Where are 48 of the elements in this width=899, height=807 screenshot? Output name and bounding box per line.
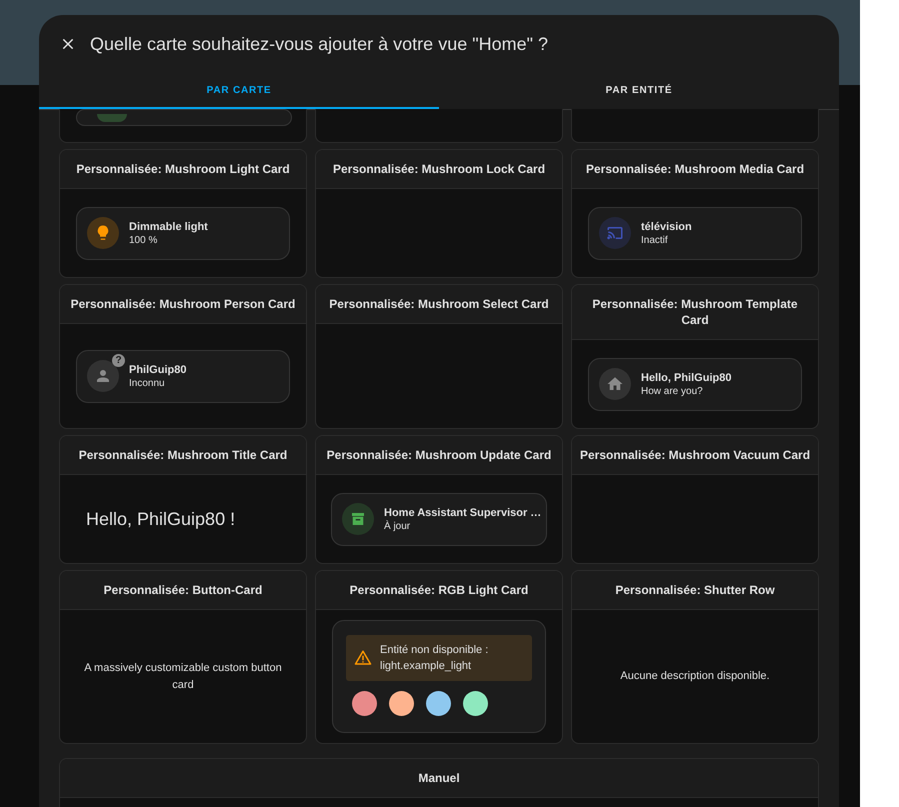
card-title: Personnalisée: Mushroom Media Card bbox=[572, 150, 818, 189]
card-preview[interactable]: Personnalisée: Mushroom Vacuum Card bbox=[571, 435, 819, 564]
card-preview[interactable]: Manuel bbox=[59, 758, 819, 807]
card-preview[interactable]: Personnalisée: Shutter Row Aucune description disponible. bbox=[571, 570, 819, 744]
card-preview[interactable]: Personnalisée: Mushroom Light Card Dimmable light 100 % bbox=[59, 149, 307, 278]
color-swatch[interactable] bbox=[352, 691, 377, 716]
card-preview[interactable]: Personnalisée: Mushroom Person Card ? PhilGuip80 Inconnu bbox=[59, 284, 307, 429]
card-title: Personnalisée: Mushroom Lock Card bbox=[316, 150, 562, 189]
entity-state: 100 % bbox=[129, 234, 158, 246]
entity-name: télévision bbox=[641, 220, 692, 232]
warning-icon bbox=[354, 649, 372, 667]
card-preview[interactable]: Personnalisée: RGB Light Card Entité non disponible : light.example_light bbox=[315, 570, 563, 744]
color-swatch[interactable] bbox=[426, 691, 451, 716]
card-title: Personnalisée: RGB Light Card bbox=[316, 571, 562, 610]
card-preview[interactable]: Personnalisée: Mushroom Update Card Home Assistant Supervisor … À jour bbox=[315, 435, 563, 564]
card-title: Personnalisée: Mushroom Light Card bbox=[60, 150, 306, 189]
card-preview[interactable]: Personnalisée: Mushroom Select Card bbox=[315, 284, 563, 429]
title-text: Hello, PhilGuip80 ! bbox=[85, 508, 236, 530]
tab[interactable]: PAR ENTITÉ bbox=[439, 73, 839, 109]
card-title: Personnalisée: Mushroom Template Card bbox=[572, 285, 818, 340]
card-title: Personnalisée: Mushroom Vacuum Card bbox=[572, 436, 818, 475]
entity-name: Hello, PhilGuip80 bbox=[641, 372, 732, 384]
card-preview[interactable]: Personnalisée: Mushroom Media Card télévision Inactif bbox=[571, 149, 819, 278]
color-swatch[interactable] bbox=[463, 691, 488, 716]
close-icon[interactable] bbox=[60, 36, 76, 52]
card-title: Personnalisée: Mushroom Person Card bbox=[60, 285, 306, 324]
entity-name: PhilGuip80 bbox=[129, 364, 186, 376]
dialog-title: Quelle carte souhaitez-vous ajouter à votre vue "Home" ? bbox=[90, 34, 548, 54]
entity-state: Inactif bbox=[641, 234, 669, 246]
unknown-badge: ? bbox=[112, 354, 125, 367]
card-title: Manuel bbox=[60, 759, 818, 798]
entity-state: Inconnu bbox=[129, 378, 166, 388]
warning-text: Entité non disponible : light.example_light bbox=[380, 643, 490, 674]
card-preview[interactable]: Personnalisée: Mushroom Title Card Hello, PhilGuip80 ! bbox=[59, 435, 307, 564]
card-preview[interactable]: Personnalisée: Button-Card A massively customizable custom button card bbox=[59, 570, 307, 744]
card-title: Personnalisée: Mushroom Title Card bbox=[60, 436, 306, 475]
entity-state: How are you? bbox=[641, 386, 704, 396]
entity-state: À jour bbox=[384, 520, 412, 532]
card-preview[interactable]: Personnalisée: Mushroom Template Card Hello, PhilGuip80 How are you? bbox=[571, 284, 819, 429]
card-description: A massively customizable custom button card bbox=[83, 660, 283, 692]
color-swatch[interactable] bbox=[389, 691, 414, 716]
card-title: Personnalisée: Shutter Row bbox=[572, 571, 818, 610]
card-title: Personnalisée: Mushroom Select Card bbox=[316, 285, 562, 324]
entity-name: Dimmable light bbox=[129, 220, 208, 232]
card-title: Personnalisée: Button-Card bbox=[60, 571, 306, 610]
card-description: Aucune description disponible. bbox=[620, 669, 770, 684]
card-preview[interactable]: Personnalisée: Mushroom Lock Card bbox=[315, 149, 563, 278]
card-title: Personnalisée: Mushroom Update Card bbox=[316, 436, 562, 475]
